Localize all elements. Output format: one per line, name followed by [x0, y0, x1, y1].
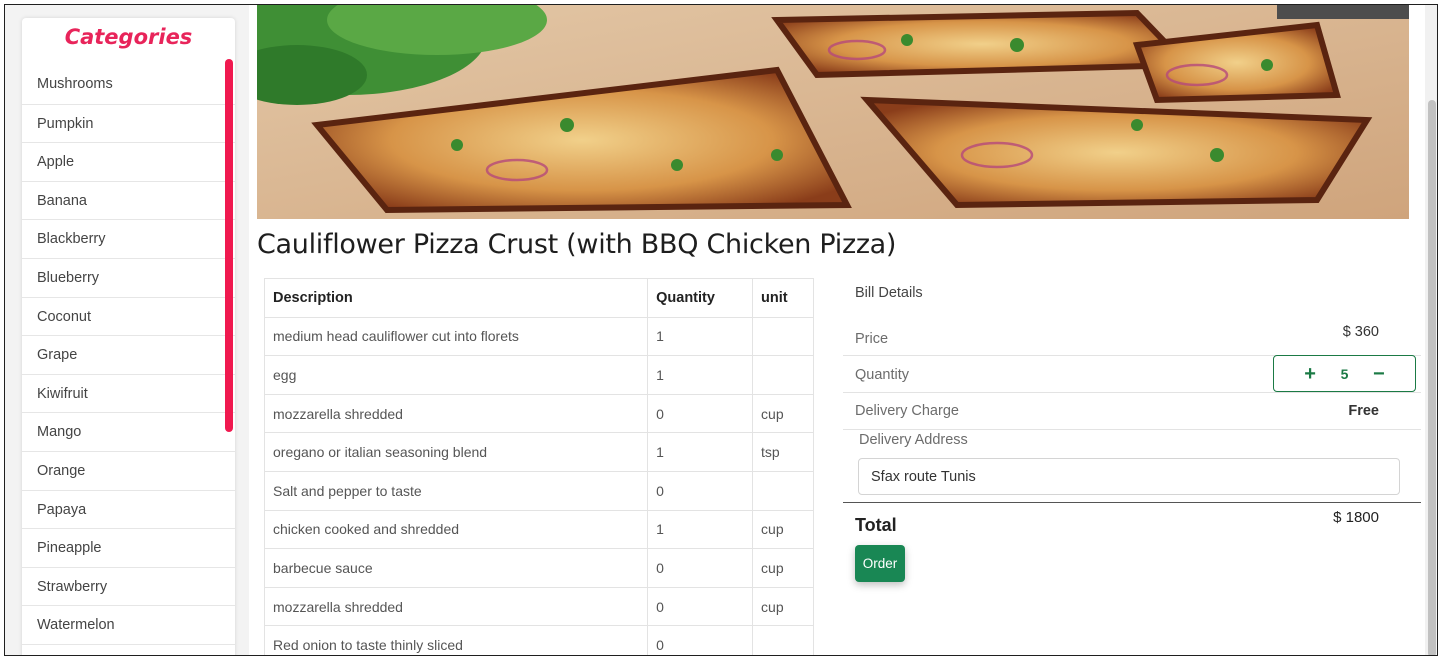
category-item[interactable]: Blueberry [22, 257, 235, 297]
category-item[interactable]: Papaya [22, 489, 235, 529]
ingredient-unit [752, 470, 814, 511]
price-value: $ 360 [1342, 324, 1379, 340]
price-row: Price $ 360 [843, 319, 1421, 356]
delivery-value: Free [1348, 403, 1379, 419]
category-item[interactable]: Pumpkin [22, 103, 235, 143]
bill-details-panel: Bill Details Price $ 360 Quantity + 5 − … [843, 277, 1421, 597]
quantity-value: 5 [1340, 365, 1349, 382]
decrement-button[interactable]: − [1373, 364, 1385, 384]
ingredient-unit: cup [752, 548, 814, 588]
bill-heading: Bill Details [855, 285, 923, 301]
table-row: mozzarella shredded 0 cup [263, 586, 814, 627]
column-header-unit: unit [752, 278, 814, 318]
pizza-image-icon [257, 5, 1409, 219]
category-item[interactable]: Coconut [22, 296, 235, 336]
ingredient-quantity: 0 [647, 586, 754, 627]
total-label: Total [855, 515, 897, 535]
sidebar-scrollbar[interactable] [225, 59, 233, 432]
delivery-label: Delivery Charge [855, 403, 959, 419]
ingredient-unit [752, 625, 814, 655]
ingredient-description: chicken cooked and shredded [263, 509, 649, 550]
ingredient-unit: cup [752, 586, 814, 627]
ingredient-quantity: 1 [647, 316, 754, 357]
category-item[interactable]: Banana [22, 180, 235, 220]
sidebar-title: Categories [64, 25, 193, 49]
increment-button[interactable]: + [1304, 364, 1316, 384]
category-item[interactable]: Grape [22, 335, 235, 374]
quantity-stepper[interactable]: + 5 − [1273, 355, 1416, 392]
ingredient-unit [752, 316, 814, 357]
category-item[interactable]: Apple [22, 142, 235, 181]
ingredient-description: oregano or italian seasoning blend [263, 432, 649, 472]
recipe-title: Cauliflower Pizza Crust (with BBQ Chicke… [257, 229, 897, 260]
delivery-address-label: Delivery Address [859, 432, 968, 448]
table-row: egg 1 [263, 355, 814, 395]
category-item[interactable]: Mushrooms [22, 65, 235, 104]
ingredients-table: Description Quantity unit medium head ca… [263, 278, 814, 655]
category-item[interactable]: Orange [22, 450, 235, 490]
quantity-label: Quantity [855, 367, 909, 383]
category-item[interactable]: Kiwifruit [22, 373, 235, 413]
ingredient-description: barbecue sauce [263, 548, 649, 588]
table-row: Red onion to taste thinly sliced 0 [263, 625, 814, 655]
ingredient-quantity: 0 [647, 625, 754, 655]
main-content: Cauliflower Pizza Crust (with BBQ Chicke… [249, 5, 1425, 655]
category-list: Mushrooms Pumpkin Apple Banana Blackberr… [22, 65, 235, 655]
ingredient-unit [752, 355, 814, 395]
column-header-quantity: Quantity [647, 278, 754, 318]
ingredient-description: Red onion to taste thinly sliced [263, 625, 649, 655]
table-row: oregano or italian seasoning blend 1 tsp [263, 432, 814, 472]
ingredient-description: medium head cauliflower cut into florets [263, 316, 649, 357]
category-item[interactable]: Strawberry [22, 566, 235, 606]
app-window: Categories Mushrooms Pumpkin Apple Banan… [4, 4, 1438, 656]
ingredient-quantity: 0 [647, 548, 754, 588]
delivery-address-input[interactable] [858, 458, 1400, 495]
ingredient-unit: cup [752, 393, 814, 434]
table-row: chicken cooked and shredded 1 cup [263, 509, 814, 550]
table-row: medium head cauliflower cut into florets… [263, 316, 814, 357]
category-item[interactable]: Watermelon [22, 605, 235, 644]
delivery-row: Delivery Charge Free [843, 393, 1421, 430]
page-scrollbar-thumb[interactable] [1428, 100, 1436, 655]
category-item[interactable]: Pineapple [22, 528, 235, 567]
ingredient-description: mozzarella shredded [263, 393, 649, 434]
order-button[interactable]: Order [855, 545, 905, 582]
ingredient-quantity: 1 [647, 355, 754, 395]
ingredient-description: mozzarella shredded [263, 586, 649, 627]
category-item[interactable]: Blackberry [22, 219, 235, 258]
ingredient-quantity: 0 [647, 470, 754, 511]
ingredient-quantity: 0 [647, 393, 754, 434]
recipe-image [257, 5, 1409, 219]
page-scrollbar[interactable] [1425, 5, 1437, 655]
table-header-row: Description Quantity unit [263, 278, 814, 318]
categories-sidebar: Categories Mushrooms Pumpkin Apple Banan… [22, 18, 235, 655]
total-value: $ 1800 [1333, 509, 1379, 526]
table-row: barbecue sauce 0 cup [263, 548, 814, 588]
ingredient-unit: cup [752, 509, 814, 550]
table-row: Salt and pepper to taste 0 [263, 470, 814, 511]
ingredient-description: egg [263, 355, 649, 395]
column-header-description: Description [263, 278, 649, 318]
category-item[interactable]: Mango [22, 412, 235, 451]
category-item[interactable]: Salad [22, 643, 235, 655]
total-divider [843, 502, 1421, 503]
ingredient-unit: tsp [752, 432, 814, 472]
ingredient-quantity: 1 [647, 509, 754, 550]
table-row: mozzarella shredded 0 cup [263, 393, 814, 434]
ingredient-quantity: 1 [647, 432, 754, 472]
price-label: Price [855, 331, 889, 347]
ingredient-description: Salt and pepper to taste [263, 470, 649, 511]
